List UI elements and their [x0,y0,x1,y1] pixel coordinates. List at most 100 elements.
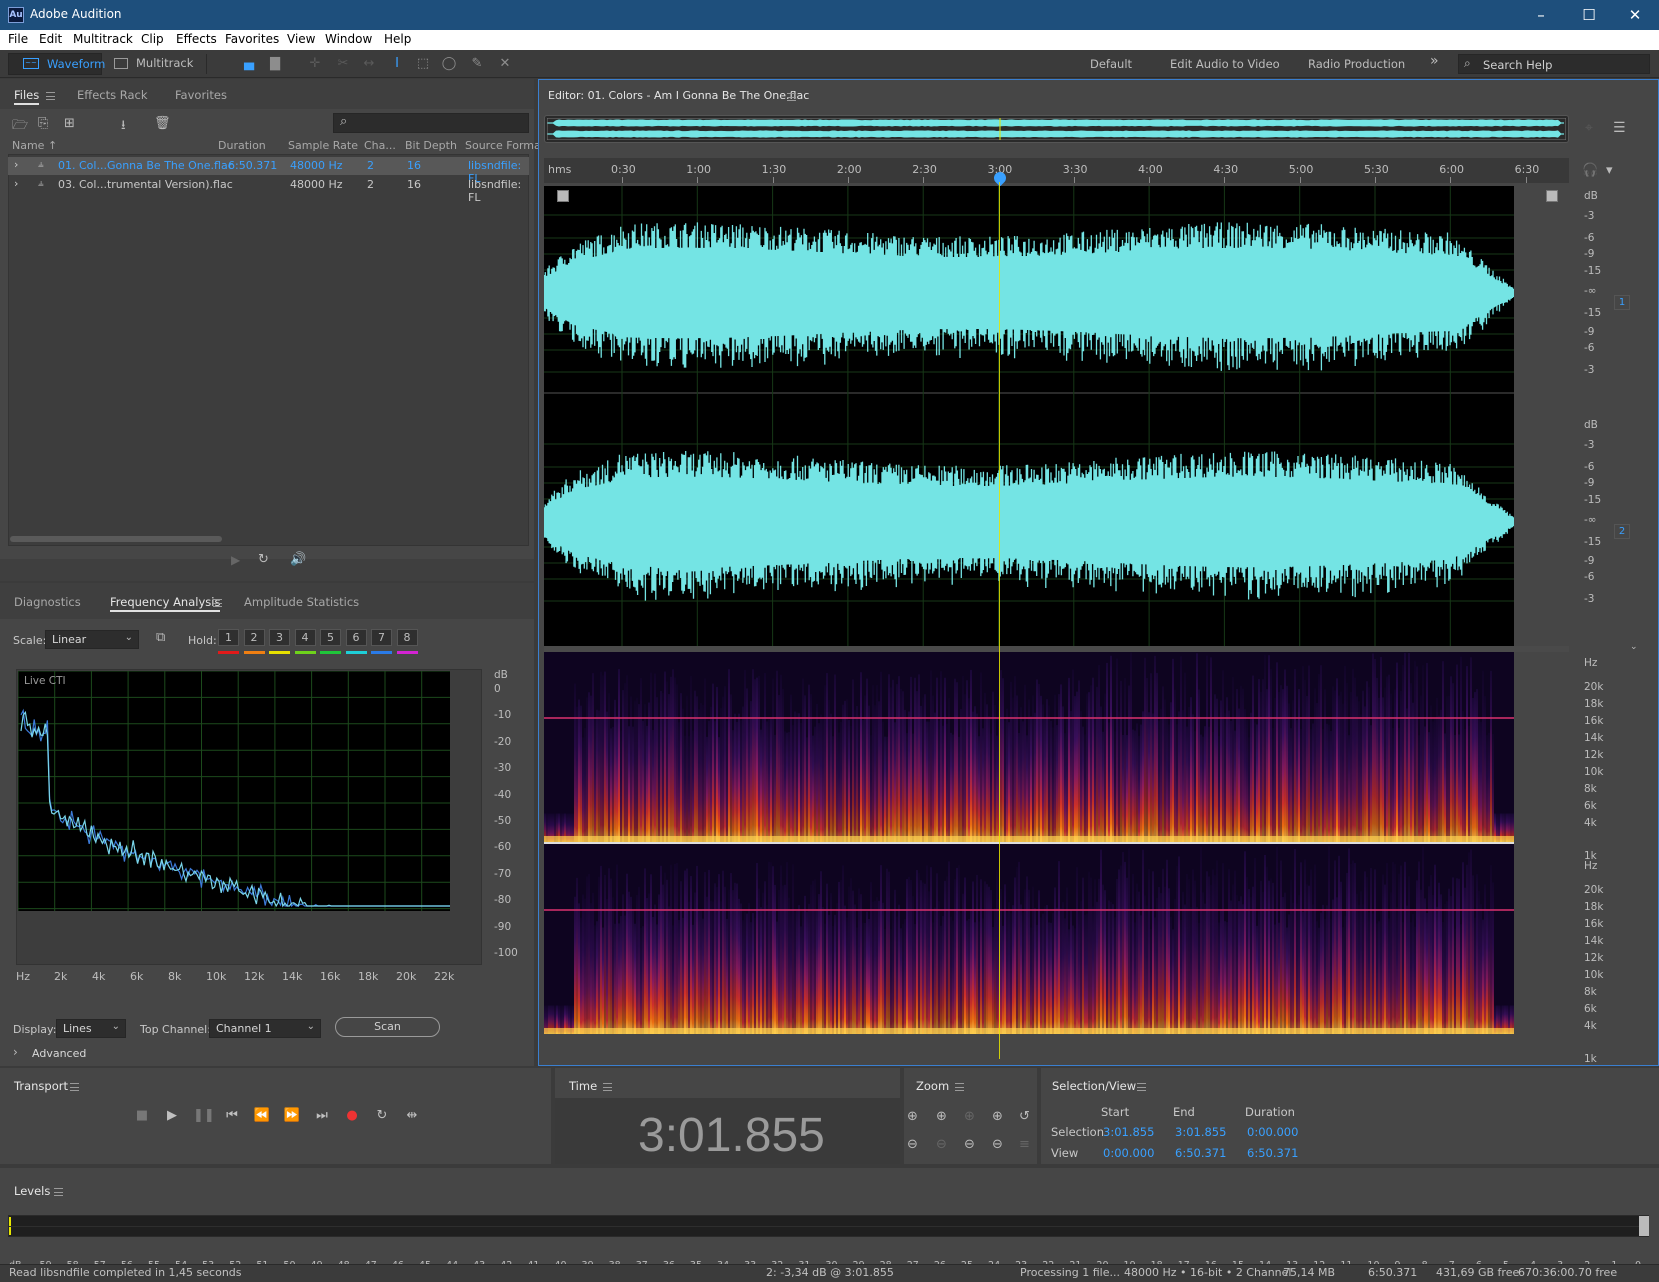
multitrack-view-button[interactable]: Multitrack [108,53,198,75]
close-icon[interactable]: ✕ [1612,0,1658,30]
spectral-display-icon[interactable]: ▇ [266,56,284,72]
zoom-reset-icon[interactable]: ↺ [1019,1109,1030,1124]
spectral-display[interactable] [544,652,1569,1059]
more-workspaces-icon[interactable]: » [1430,53,1439,69]
razor-tool-icon[interactable]: ✂ [334,56,352,72]
spot-healing-tool-icon[interactable]: ✕ [496,56,514,72]
lasso-tool-icon[interactable]: ◯ [440,56,458,72]
headphones-icon[interactable]: 🎧 [1582,163,1598,178]
import-file-icon[interactable]: ⎘ [38,116,48,131]
fast-forward-icon[interactable]: ⏩ [283,1108,301,1123]
new-file-icon[interactable]: ⊞ [64,116,75,131]
chevron-down-icon[interactable]: ⌄ [1630,642,1638,652]
hold-button-8[interactable]: 8 [396,629,418,646]
waveform-view-button[interactable]: ~~ Waveform [8,53,105,75]
workspace-default[interactable]: Default [1090,57,1132,71]
menu-effects[interactable]: Effects [176,32,217,46]
slip-tool-icon[interactable]: ↔ [360,56,378,72]
zoom-out-amplitude-icon[interactable]: ⊖ [907,1137,918,1152]
panel-menu-icon[interactable] [54,1188,63,1196]
expand-icon[interactable]: › [14,158,18,171]
menu-favorites[interactable]: Favorites [225,32,279,46]
menu-edit[interactable]: Edit [39,32,62,46]
expand-icon[interactable]: › [13,1045,18,1059]
autoplay-speaker-icon[interactable]: 🔊 [290,552,306,567]
tab-effects-rack[interactable]: Effects Rack [77,88,148,102]
fade-out-handle[interactable] [1546,190,1558,202]
marquee-tool-icon[interactable]: ⬚ [414,56,432,72]
files-search-input[interactable]: ⌕ [333,113,529,133]
zoom-to-fit-icon[interactable]: ⌖ [1585,120,1593,136]
go-to-end-icon[interactable]: ⏭ [313,1108,331,1123]
play-icon[interactable]: ▶ [163,1108,181,1123]
rewind-icon[interactable]: ⏪ [253,1108,271,1123]
channel-1-badge[interactable]: 1 [1614,295,1630,310]
hold-button-6[interactable]: 6 [345,629,367,646]
table-row[interactable]: › ⫨ 01. Col...Gonna Be The One.flac 6:50… [8,157,529,185]
tab-frequency-analysis[interactable]: Frequency Analysis [110,595,221,612]
selection-start-field[interactable]: 3:01.855 [1103,1125,1154,1139]
top-channel-dropdown[interactable]: Channel 1 ⌄ [209,1019,321,1038]
view-duration-field[interactable]: 6:50.371 [1247,1146,1298,1160]
display-dropdown[interactable]: Lines ⌄ [56,1019,126,1038]
zoom-in-out-point-icon[interactable]: ⊕ [992,1109,1003,1124]
record-icon[interactable]: ● [343,1108,361,1123]
search-help-field[interactable]: ⌕ Search Help [1458,54,1650,74]
selection-duration-field[interactable]: 0:00.000 [1247,1125,1298,1139]
zoom-tracks-icon[interactable]: ≡ [1019,1137,1030,1152]
view-end-field[interactable]: 6:50.371 [1175,1146,1226,1160]
zoom-selection-icon[interactable]: ⊕ [964,1109,975,1124]
tab-favorites[interactable]: Favorites [175,88,227,102]
expand-icon[interactable]: › [14,177,18,190]
panel-menu-icon[interactable] [955,1083,964,1091]
insert-into-multitrack-icon[interactable]: ⭳ [121,116,126,138]
zoom-in-amplitude-icon[interactable]: ⊕ [907,1109,918,1124]
maximize-icon[interactable]: ☐ [1566,0,1612,30]
panel-menu-icon[interactable] [1137,1083,1146,1091]
hold-button-7[interactable]: 7 [371,629,392,646]
hold-button-4[interactable]: 4 [294,629,316,646]
hold-button-3[interactable]: 3 [269,629,290,646]
brush-tool-icon[interactable]: ✎ [468,56,486,72]
workspace-radio-production[interactable]: Radio Production [1308,57,1405,71]
zoom-full-icon[interactable]: ⊖ [992,1137,1003,1152]
horizontal-scrollbar[interactable] [10,536,222,542]
preview-loop-icon[interactable]: ↻ [258,552,269,567]
column-source-format[interactable]: Source Forma [465,139,541,152]
table-row[interactable]: › ⫨ 03. Col...trumental Version).flac 48… [8,176,529,204]
move-tool-icon[interactable]: ✛ [306,56,324,72]
zoom-in-time-icon[interactable]: ⊕ [936,1109,947,1124]
tab-amplitude-statistics[interactable]: Amplitude Statistics [244,595,359,609]
stop-icon[interactable]: ■ [133,1108,151,1123]
panel-menu-icon[interactable] [46,92,55,100]
skip-selection-icon[interactable]: ⇹ [403,1108,421,1123]
snapshot-icon[interactable]: ⧉ [156,630,165,645]
workspace-edit-audio-to-video[interactable]: Edit Audio to Video [1170,57,1280,71]
menu-view[interactable]: View [287,32,315,46]
waveform-display-icon[interactable]: ▄ [240,56,258,72]
clip-indicator[interactable] [1639,1216,1649,1236]
time-selection-tool-icon[interactable]: I [388,56,406,72]
loop-icon[interactable]: ↻ [373,1108,391,1123]
selection-end-field[interactable]: 3:01.855 [1175,1125,1226,1139]
column-sample-rate[interactable]: Sample Rate [288,139,358,152]
menu-multitrack[interactable]: Multitrack [73,32,133,46]
delete-icon[interactable]: 🗑 [154,116,171,131]
panel-options-icon[interactable]: ☰ [1613,120,1626,136]
column-channels[interactable]: Cha... [364,139,396,152]
menu-clip[interactable]: Clip [141,32,164,46]
zoom-out-time-icon[interactable]: ⊖ [936,1137,947,1152]
panel-menu-icon[interactable] [787,93,796,101]
column-bit-depth[interactable]: Bit Depth [405,139,457,152]
pause-icon[interactable]: ❚❚ [193,1108,215,1123]
column-duration[interactable]: Duration [218,139,266,152]
minimize-icon[interactable]: – [1518,0,1564,30]
scale-dropdown[interactable]: Linear ⌄ [45,630,139,649]
preview-play-icon[interactable]: ▶ [231,553,240,567]
hold-button-1[interactable]: 1 [218,629,239,646]
menu-help[interactable]: Help [384,32,411,46]
hold-button-5[interactable]: 5 [320,629,341,646]
menu-file[interactable]: File [8,32,28,46]
hold-button-2[interactable]: 2 [243,629,265,646]
menu-window[interactable]: Window [325,32,372,46]
